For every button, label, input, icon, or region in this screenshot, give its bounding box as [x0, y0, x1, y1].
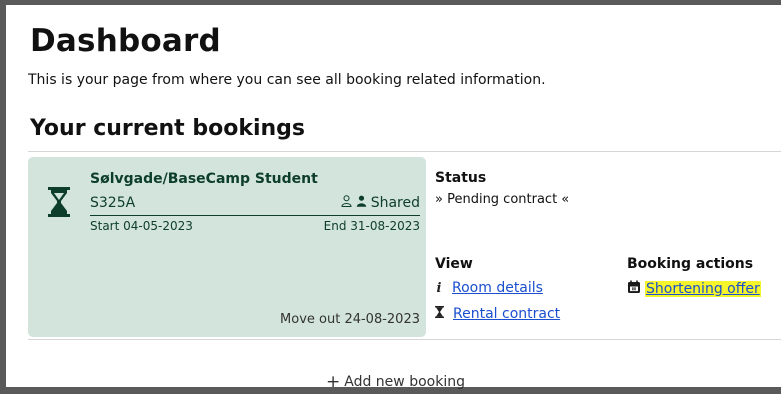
status-label: Status [435, 170, 487, 186]
page-title: Dashboard [30, 23, 221, 59]
plus-icon: + [326, 372, 341, 392]
room-details-link[interactable]: i Room details [435, 280, 543, 296]
shared-indicator: Shared [341, 195, 420, 211]
page-subtitle: This is your page from where you can see… [28, 72, 546, 88]
person-outline-icon [341, 195, 352, 211]
move-out-date: Move out 24-08-2023 [280, 312, 420, 327]
shortening-offer-label[interactable]: Shortening offer [645, 281, 761, 297]
add-new-booking-button[interactable]: + Add new booking [326, 372, 465, 392]
rental-contract-link[interactable]: Rental contract [435, 306, 560, 322]
end-date: End 31-08-2023 [323, 219, 420, 233]
section-title: Your current bookings [30, 116, 306, 141]
booking-actions-label: Booking actions [627, 256, 754, 272]
property-name: Sølvgade/BaseCamp Student [90, 171, 318, 187]
status-value: » Pending contract « [435, 192, 570, 207]
room-code: S325A [90, 195, 136, 211]
rental-contract-label[interactable]: Rental contract [453, 306, 560, 322]
add-new-booking-label: Add new booking [344, 374, 465, 390]
card-divider [90, 215, 420, 216]
info-icon: i [436, 280, 442, 296]
room-details-label[interactable]: Room details [452, 280, 543, 296]
shortening-offer-link[interactable]: Shortening offer [627, 280, 761, 298]
hourglass-icon [435, 306, 444, 322]
app-window: Dashboard This is your page from where y… [0, 0, 781, 394]
calendar-icon [627, 280, 641, 298]
shared-label: Shared [370, 195, 420, 211]
person-filled-icon [356, 195, 367, 211]
view-label: View [435, 256, 473, 272]
hourglass-icon [48, 187, 70, 217]
booking-row: Sølvgade/BaseCamp Student S325A Shared S… [28, 151, 781, 340]
booking-card[interactable]: Sølvgade/BaseCamp Student S325A Shared S… [28, 157, 426, 337]
start-date: Start 04-05-2023 [90, 219, 193, 233]
